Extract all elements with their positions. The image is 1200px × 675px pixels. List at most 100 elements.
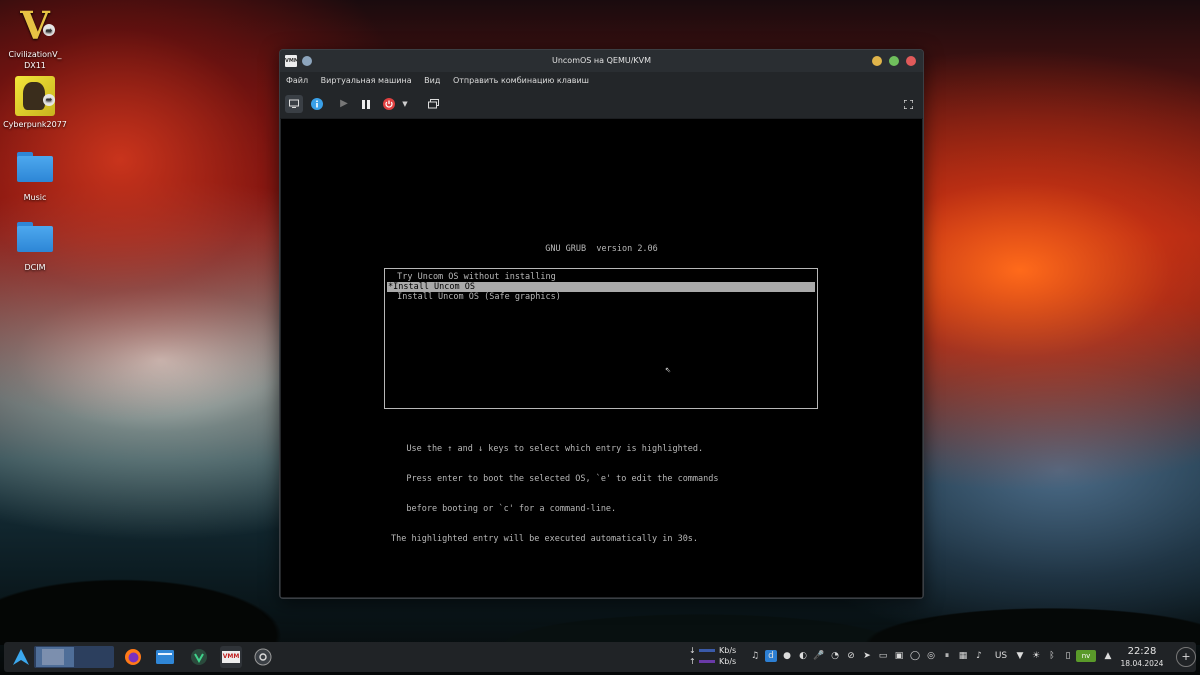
play-icon: ▶	[340, 98, 348, 109]
notifications-icon[interactable]: ♫	[749, 650, 761, 662]
menubar: Файл Виртуальная машина Вид Отправить ко…	[280, 72, 923, 90]
media-pause-icon[interactable]: ⏸	[941, 650, 953, 662]
net-down-graph	[699, 649, 715, 652]
clock-time[interactable]: 22:28	[1116, 646, 1168, 657]
file-manager-icon	[156, 650, 174, 664]
taskbar-steam[interactable]	[252, 646, 274, 668]
brightness-icon[interactable]: ☀	[1030, 650, 1042, 662]
taskbar-virt-manager[interactable]: VMM	[220, 646, 242, 668]
taskbar: VMM ↓ ↑ Kb/s Kb/s ♫ d ● ◐ 🎤 ◔ ⊘ ➤ ▭ ▣ ◯ …	[4, 642, 1196, 672]
snapshots-button[interactable]	[424, 95, 442, 113]
folder-icon	[17, 152, 53, 182]
desktop-icon-label: Cyberpunk2077	[3, 120, 67, 129]
battery-icon[interactable]: ▯	[1062, 650, 1074, 662]
terminal-icon[interactable]: ▣	[893, 650, 905, 662]
pause-icon	[362, 100, 370, 109]
desktop-icon-civilization[interactable]: V ➦ CivilizationV_ DX11	[0, 6, 70, 71]
grub-menu: Try Uncom OS without installing *Install…	[384, 268, 818, 409]
console-icon	[289, 99, 299, 108]
browser-tray-icon[interactable]: ◔	[829, 650, 841, 662]
pin-icon[interactable]	[302, 56, 312, 66]
tiktok-icon[interactable]: d	[765, 650, 777, 662]
sync-icon[interactable]: ◐	[797, 650, 809, 662]
fullscreen-icon	[902, 99, 914, 110]
grub-help-line: before booting or `c' for a command-line…	[391, 504, 617, 514]
clipboard-icon[interactable]: ▭	[877, 650, 889, 662]
link-badge-icon: ➦	[43, 94, 55, 106]
minimize-button[interactable]	[872, 56, 882, 66]
app-tray-icon[interactable]: ●	[781, 650, 793, 662]
close-button[interactable]	[906, 56, 916, 66]
vm-window: VMM UncomOS на QEMU/KVM Файл Виртуальная…	[279, 49, 924, 599]
menu-view[interactable]: Вид	[424, 76, 440, 85]
grub-entry[interactable]: Try Uncom OS without installing	[385, 272, 817, 282]
virt-manager-icon: VMM	[285, 55, 299, 67]
mouse-cursor-icon: ⇖	[665, 364, 672, 375]
desktop-icon-cyberpunk[interactable]: ➦ Cyberpunk2077	[0, 76, 70, 130]
console-button[interactable]	[285, 95, 303, 113]
virt-manager-icon: VMM	[222, 651, 240, 663]
net-up-graph	[699, 660, 715, 663]
show-desktop-button[interactable]: +	[1176, 647, 1196, 667]
display-icon[interactable]: ▦	[957, 650, 969, 662]
window-title: UncomOS на QEMU/KVM	[551, 56, 652, 65]
fullscreen-button[interactable]	[899, 95, 917, 113]
firefox-icon	[125, 649, 141, 665]
grub-entry-selected[interactable]: *Install Uncom OS	[387, 282, 815, 292]
lock-icon[interactable]: ⊘	[845, 650, 857, 662]
details-button[interactable]	[308, 95, 326, 113]
grub-help-line: Use the ↑ and ↓ keys to select which ent…	[391, 444, 704, 454]
shutdown-menu-button[interactable]: ▼	[399, 95, 411, 113]
desktop-icon-dcim[interactable]: DCIM	[0, 216, 70, 273]
volume-icon[interactable]: ♪	[973, 650, 985, 662]
grub-entry[interactable]: Install Uncom OS (Safe graphics)	[385, 292, 817, 302]
cyberpunk-icon: ➦	[15, 76, 55, 116]
steam-icon	[254, 648, 272, 666]
grub-title: GNU GRUB version 2.06	[545, 244, 658, 254]
net-up-speed: Kb/s	[719, 657, 737, 666]
grub-help-text: Use the ↑ and ↓ keys to select which ent…	[391, 424, 719, 564]
grub-help-line: The highlighted entry will be executed a…	[391, 534, 699, 544]
desktop-icon-label: CivilizationV_ DX11	[8, 50, 62, 70]
desktop-icon-label: Music	[23, 193, 47, 202]
window-titlebar[interactable]: VMM UncomOS на QEMU/KVM	[280, 50, 923, 72]
keyboard-layout[interactable]: US	[992, 650, 1010, 662]
taskbar-store[interactable]	[188, 646, 210, 668]
maximize-button[interactable]	[889, 56, 899, 66]
power-icon	[383, 98, 395, 110]
link-badge-icon: ➦	[43, 24, 55, 36]
microphone-icon[interactable]: 🎤	[813, 650, 825, 662]
pause-button[interactable]	[357, 95, 375, 113]
telegram-icon[interactable]: ➤	[861, 650, 873, 662]
pager-window-thumb	[42, 649, 64, 665]
vm-console-screen[interactable]: GNU GRUB version 2.06 Try Uncom OS witho…	[281, 119, 922, 597]
wifi-icon[interactable]: ▼	[1014, 650, 1026, 662]
tray-expand-icon[interactable]: ▲	[1102, 650, 1114, 662]
desktop-icon-music[interactable]: Music	[0, 146, 70, 203]
menu-file[interactable]: Файл	[286, 76, 308, 85]
net-down-arrow: ↓	[689, 646, 696, 655]
nvidia-icon[interactable]: nv	[1076, 650, 1096, 662]
clock-date[interactable]: 18.04.2024	[1116, 659, 1168, 668]
shutdown-button[interactable]	[380, 95, 398, 113]
menu-virtual-machine[interactable]: Виртуальная машина	[321, 76, 412, 85]
civilization-icon: V ➦	[15, 6, 55, 46]
bluetooth-icon[interactable]: ᛒ	[1046, 650, 1058, 662]
net-down-speed: Kb/s	[719, 646, 737, 655]
run-button[interactable]: ▶	[335, 95, 353, 113]
chat-icon[interactable]: ◯	[909, 650, 921, 662]
chevron-down-icon: ▼	[402, 100, 408, 108]
store-icon	[191, 649, 207, 665]
menu-send-key[interactable]: Отправить комбинацию клавиш	[453, 76, 589, 85]
snapshots-icon	[427, 99, 439, 109]
virtual-desktop-pager[interactable]	[34, 646, 114, 668]
net-up-arrow: ↑	[689, 657, 696, 666]
desktop-icon-label: DCIM	[24, 263, 46, 272]
launcher-logo-icon	[13, 649, 29, 665]
app-launcher-button[interactable]	[9, 645, 33, 669]
toolbar: ▶ ▼	[280, 90, 923, 119]
taskbar-firefox[interactable]	[122, 646, 144, 668]
taskbar-file-manager[interactable]	[154, 646, 176, 668]
grub-help-line: Press enter to boot the selected OS, `e'…	[391, 474, 719, 484]
steam-tray-icon[interactable]: ◎	[925, 650, 937, 662]
